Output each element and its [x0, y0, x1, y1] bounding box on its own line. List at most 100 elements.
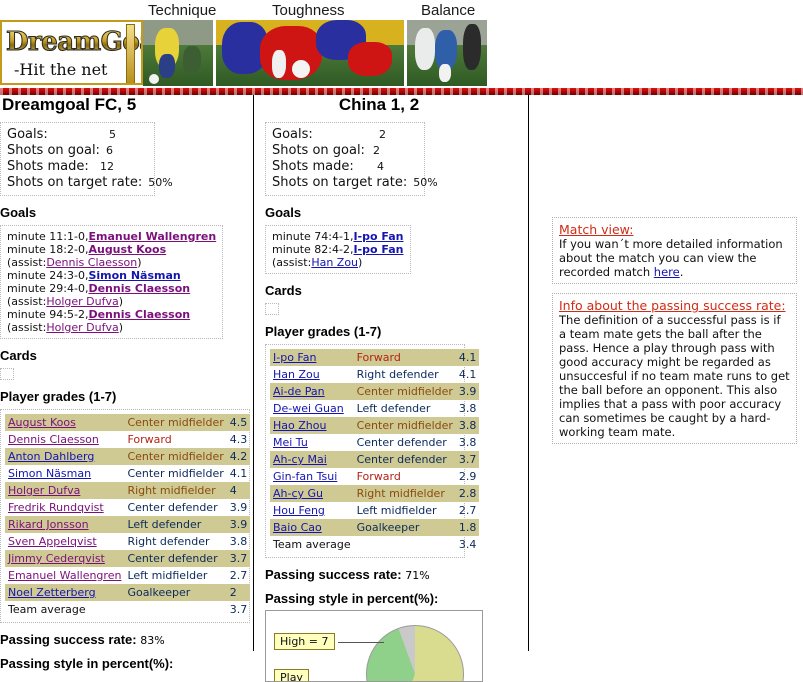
logo-accent-bar	[126, 24, 135, 83]
away-passing-rate-label: Passing success rate:	[265, 567, 402, 582]
grades-player-link[interactable]: Jimmy Cederqvist	[8, 552, 105, 565]
grades-player-cell: De-wei Guan	[270, 400, 354, 417]
grades-grade-cell: 4.1	[229, 467, 248, 480]
stat-shots-on-goal: Shots on goal: 6	[7, 143, 148, 159]
grades-player-link[interactable]: Han Zou	[273, 368, 320, 381]
grades-grade-cell: 4.2	[226, 448, 251, 465]
home-grades-table: August Koos Center midfielder 4.5 Dennis Cl…	[5, 414, 251, 618]
grades-position-cell: Forward	[353, 349, 456, 366]
goal-assist-link[interactable]: Holger Dufva	[46, 321, 118, 334]
stat-shots-made: Shots made: 12	[7, 159, 148, 175]
stat-shots-on-goal-label: Shots on goal:	[7, 143, 100, 158]
grades-player-link[interactable]: Ai-de Pan	[273, 385, 325, 398]
grades-player-cell: Han Zou	[270, 366, 354, 383]
grades-row: Simon Näsman Center midfielder 4.1	[5, 465, 250, 482]
goal-assist-link[interactable]: Han Zou	[311, 256, 358, 269]
grades-player-link[interactable]: Ah-cy Gu	[273, 487, 323, 500]
stat-target-rate-value: 50%	[148, 176, 173, 189]
team-average-value: 3.4	[458, 538, 477, 551]
home-passing-rate-label: Passing success rate:	[0, 632, 137, 647]
goal-scorer-link[interactable]: Emanuel Wallengren	[88, 230, 216, 243]
grades-position-cell: Right midfielder	[353, 485, 456, 502]
grades-player-link[interactable]: Gin-fan Tsui	[273, 470, 337, 483]
grades-row: Noel Zetterberg Goalkeeper 2	[5, 584, 251, 601]
grades-row: Dennis Claesson Forward 4.3	[5, 431, 250, 448]
grades-position-cell: Center midfielder	[353, 383, 456, 400]
grades-position-cell: Forward	[356, 470, 401, 483]
goal-scorer-link[interactable]: Dennis Claesson	[88, 308, 190, 321]
goal-line: minute 24:3-0,Simon Näsman	[7, 269, 216, 282]
goal-assist-line: (assist:Holger Dufva)	[7, 321, 216, 334]
grades-player-link[interactable]: Baio Cao	[273, 521, 322, 534]
grades-player-cell: Hao Zhou	[270, 417, 354, 434]
grades-player-link[interactable]: Simon Näsman	[8, 467, 91, 480]
grades-player-link[interactable]: Ah-cy Mai	[273, 453, 327, 466]
grades-player-link[interactable]: Sven Appelqvist	[8, 535, 97, 548]
site-logo[interactable]: DreamGoal -Hit the net	[0, 20, 143, 85]
stat-goals: Goals: 2	[272, 127, 418, 143]
grades-row: Anton Dahlberg Center midfielder 4.2	[5, 448, 251, 465]
photo-technique	[143, 20, 213, 86]
grades-position-cell: Right midfielder	[124, 482, 227, 499]
goal-line: minute 18:2-0,August Koos	[7, 243, 216, 256]
goal-minute: minute 18:2-0,	[7, 243, 89, 256]
grades-grade-cell: 3.8	[458, 436, 477, 449]
grades-player-link[interactable]: I-po Fan	[273, 351, 316, 364]
grades-position-cell: Center midfielder	[127, 467, 224, 480]
grades-player-link[interactable]: Dennis Claesson	[8, 433, 99, 446]
grades-row: Emanuel Wallengren Left midfielder 2.7	[5, 567, 250, 584]
match-view-text-after: .	[679, 265, 684, 279]
grades-player-cell: Mei Tu	[270, 434, 354, 451]
grades-average-row: Team average 3.7	[5, 601, 250, 618]
grades-row: De-wei Guan Left defender 3.8	[270, 400, 479, 417]
pie-slice-play	[366, 625, 464, 681]
goal-minute: minute 11:1-0,	[7, 230, 89, 243]
grades-row: Rikard Jonsson Left defender 3.9	[5, 516, 251, 533]
grades-position-cell: Center defender	[356, 436, 447, 449]
grades-player-link[interactable]: Holger Dufva	[8, 484, 80, 497]
grades-grade-cell: 2	[226, 584, 251, 601]
goal-assist-link[interactable]: Dennis Claesson	[46, 256, 137, 269]
grades-player-link[interactable]: Hou Feng	[273, 504, 325, 517]
goal-scorer-link[interactable]: August Koos	[88, 243, 166, 256]
goal-scorer-link[interactable]: Simon Näsman	[88, 269, 180, 282]
goal-scorer-link[interactable]: I-po Fan	[353, 243, 403, 256]
away-cards-box	[265, 303, 279, 315]
grades-player-link[interactable]: Rikard Jonsson	[8, 518, 89, 531]
grades-row: Gin-fan Tsui Forward 2.9	[270, 468, 479, 485]
grades-player-cell: Sven Appelqvist	[5, 533, 124, 550]
home-stats-box: Goals: 5 Shots on goal: 6 Shots made: 12…	[0, 122, 173, 196]
grades-player-link[interactable]: Anton Dahlberg	[8, 450, 94, 463]
goal-assist-link[interactable]: Holger Dufva	[46, 295, 118, 308]
grades-player-link[interactable]: Noel Zetterberg	[8, 586, 96, 599]
assist-suffix: )	[118, 295, 124, 308]
header-divider-bar	[0, 88, 803, 95]
passing-info-heading: Info about the passing success rate:	[559, 298, 786, 313]
away-passing-rate-value: 71%	[405, 569, 430, 582]
grades-player-cell: Emanuel Wallengren	[5, 567, 124, 584]
grades-row: Fredrik Rundqvist Center defender 3.9	[5, 499, 250, 516]
grades-player-link[interactable]: Fredrik Rundqvist	[8, 501, 104, 514]
grades-position-cell: Forward	[127, 433, 172, 446]
stat-goals: Goals: 5	[7, 127, 148, 143]
goal-scorer-link[interactable]: I-po Fan	[353, 230, 403, 243]
grades-position-cell: Left defender	[124, 516, 227, 533]
grades-player-link[interactable]: De-wei Guan	[273, 402, 344, 415]
home-grades-box: August Koos Center midfielder 4.5 Dennis Cl…	[0, 409, 251, 623]
grades-player-link[interactable]: Mei Tu	[273, 436, 308, 449]
grades-row: Jimmy Cederqvist Center defender 3.7	[5, 550, 251, 567]
category-label-technique: Technique	[148, 2, 217, 19]
goal-scorer-link[interactable]: Dennis Claesson	[88, 282, 190, 295]
assist-suffix: )	[358, 256, 363, 269]
grades-player-link[interactable]: Hao Zhou	[273, 419, 326, 432]
passing-info-box: Info about the passing success rate: The…	[552, 293, 797, 444]
away-passing-style-label: Passing style in percent(%):	[265, 591, 439, 606]
grades-row: Holger Dufva Right midfielder 4	[5, 482, 251, 499]
away-goals-heading: Goals	[265, 205, 302, 220]
grades-player-link[interactable]: August Koos	[8, 416, 76, 429]
team-average-spacer	[354, 536, 456, 553]
match-view-here-link[interactable]: here	[654, 265, 680, 279]
grades-position-cell: Center midfielder	[353, 417, 456, 434]
grades-player-link[interactable]: Emanuel Wallengren	[8, 569, 121, 582]
grades-position-cell: Center midfielder	[124, 414, 227, 431]
